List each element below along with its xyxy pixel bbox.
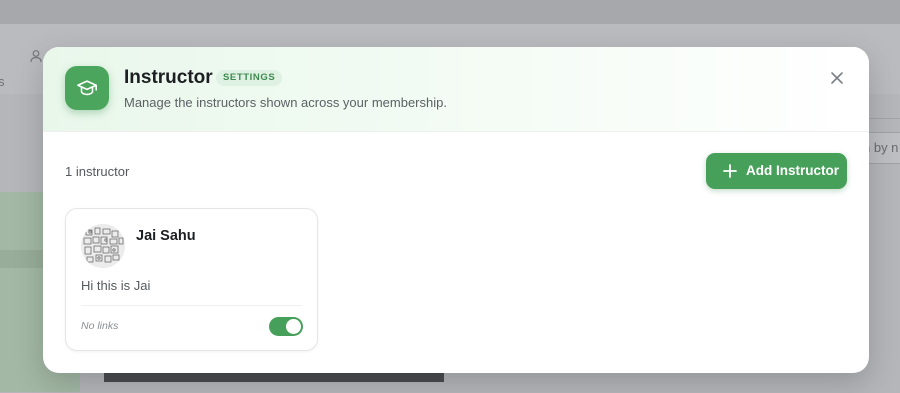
avatar-image: [81, 224, 125, 268]
instructor-card[interactable]: Jai Sahu Hi this is Jai No links: [65, 208, 318, 351]
instructor-enabled-toggle[interactable]: [269, 317, 303, 336]
graduation-cap-icon: [77, 80, 97, 96]
header-icon-tile: [65, 66, 109, 110]
add-instructor-label: Add Instructor: [746, 163, 839, 178]
settings-badge: SETTINGS: [216, 70, 283, 86]
plus-icon: [723, 164, 737, 178]
toggle-knob: [286, 319, 301, 334]
add-instructor-button[interactable]: Add Instructor: [706, 153, 847, 189]
instructor-bio: Hi this is Jai: [81, 278, 151, 293]
users-icon: [30, 50, 42, 63]
modal-header: Instructor SETTINGS Manage the instructo…: [43, 47, 869, 132]
modal-subtitle: Manage the instructors shown across your…: [124, 95, 447, 110]
instructor-name: Jai Sahu: [136, 228, 196, 244]
instructor-links: No links: [81, 320, 119, 332]
instructor-settings-modal: Instructor SETTINGS Manage the instructo…: [43, 47, 869, 373]
card-divider: [81, 305, 302, 306]
background-topbar: [0, 0, 900, 24]
background-tab-label: s: [0, 74, 5, 89]
modal-title: Instructor: [124, 67, 213, 88]
avatar: [81, 224, 125, 268]
instructor-count: 1 instructor: [65, 164, 130, 179]
close-icon[interactable]: [829, 70, 845, 86]
